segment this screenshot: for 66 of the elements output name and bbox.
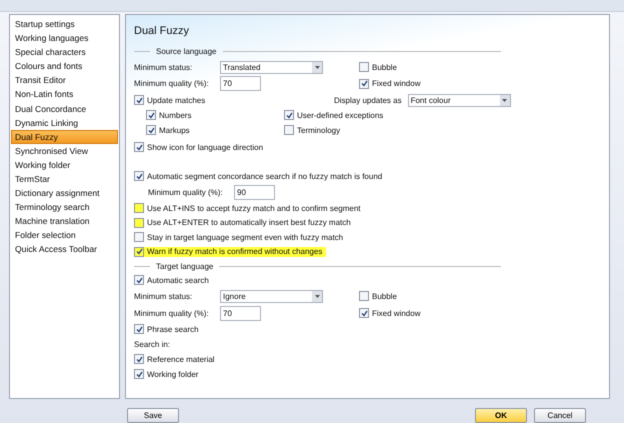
category-item[interactable]: Non-Latin fonts bbox=[11, 87, 118, 102]
check-icon bbox=[360, 80, 368, 88]
status-select[interactable]: Translated bbox=[220, 60, 323, 74]
checkbox-option[interactable]: Markups bbox=[146, 125, 190, 136]
category-item[interactable]: Synchronised View bbox=[11, 144, 118, 158]
check-icon bbox=[136, 248, 142, 256]
category-item[interactable]: Colours and fonts bbox=[11, 59, 118, 74]
checkbox-option[interactable]: Bubble bbox=[359, 291, 397, 302]
quality-input[interactable]: 70 bbox=[220, 76, 261, 92]
category-item[interactable]: Machine translation bbox=[11, 214, 118, 228]
section-legend: Source language bbox=[156, 47, 216, 56]
check-icon bbox=[360, 310, 368, 317]
checkbox-option[interactable]: Numbers bbox=[146, 110, 192, 120]
category-item[interactable]: Special characters bbox=[11, 45, 118, 60]
save-button[interactable]: Save bbox=[127, 408, 179, 423]
quality-input[interactable]: 90 bbox=[234, 184, 275, 200]
display-select[interactable]: Font colour bbox=[408, 94, 511, 107]
checkbox-option[interactable]: Fixed window bbox=[359, 308, 420, 318]
category-item[interactable]: Terminology search bbox=[11, 200, 118, 214]
checkbox-option[interactable]: Fixed window bbox=[359, 78, 420, 89]
category-item[interactable]: Working languages bbox=[11, 31, 118, 46]
dropdown-arrow-icon bbox=[314, 66, 320, 69]
dropdown-arrow-icon bbox=[314, 294, 320, 298]
checkbox-option[interactable]: Stay in target language segment even with fuzzy match bbox=[134, 232, 344, 242]
category-item[interactable]: Dual Concordance bbox=[11, 102, 118, 116]
check-icon bbox=[136, 172, 142, 180]
section-legend: Target language bbox=[156, 262, 214, 272]
category-item[interactable]: Dictionary assignment bbox=[11, 186, 118, 200]
check-icon bbox=[136, 276, 142, 284]
checkbox-option[interactable]: Automatic segment concordance search if no fuzzy match is found bbox=[134, 171, 382, 182]
checkbox-option[interactable]: Bubble bbox=[359, 62, 397, 72]
section-label: Search in: bbox=[134, 340, 172, 349]
category-item[interactable]: TermStar bbox=[11, 172, 118, 186]
checkbox-option[interactable]: Use ALT+ENTER to automatically insert best fuzzy match bbox=[134, 218, 351, 228]
category-item[interactable]: Transit Editor bbox=[11, 73, 118, 88]
checkbox-option[interactable]: Terminology bbox=[284, 125, 340, 136]
category-item[interactable]: Startup settings bbox=[11, 16, 118, 32]
field-label: Minimum status: bbox=[134, 292, 194, 301]
category-item[interactable]: Dynamic Linking bbox=[11, 116, 118, 130]
checkbox-option[interactable]: User-defined exceptions bbox=[284, 110, 384, 120]
status-select[interactable]: Ignore bbox=[220, 290, 323, 303]
category-item[interactable]: Dual Fuzzy bbox=[11, 130, 118, 144]
field-label: Display updates as bbox=[334, 96, 402, 105]
checkbox-option[interactable]: Working folder bbox=[134, 369, 198, 380]
check-icon bbox=[136, 326, 142, 333]
field-label: Minimum quality (%): bbox=[134, 308, 210, 318]
field-label: Minimum quality (%): bbox=[134, 79, 210, 88]
category-item[interactable]: Quick Access Toolbar bbox=[11, 242, 118, 257]
checkbox-option[interactable]: Phrase search bbox=[134, 324, 199, 334]
checkbox-option[interactable]: Show icon for language direction bbox=[134, 142, 264, 152]
checkbox-option[interactable]: Reference material bbox=[134, 354, 215, 364]
category-item[interactable]: Folder selection bbox=[11, 228, 118, 242]
cancel-button[interactable]: Cancel bbox=[534, 408, 586, 423]
dropdown-arrow-icon bbox=[502, 98, 508, 102]
category-item[interactable]: Working folder bbox=[11, 158, 118, 172]
quality-input[interactable]: 70 bbox=[220, 306, 261, 321]
checkbox-option[interactable]: Automatic search bbox=[134, 275, 209, 286]
checkbox-option[interactable]: Warn if fuzzy match is confirmed without changes bbox=[134, 246, 326, 257]
check-icon bbox=[136, 144, 142, 151]
field-label: Minimum status: bbox=[134, 62, 194, 72]
field-label: Minimum quality (%): bbox=[148, 188, 224, 197]
checkbox-option[interactable]: Use ALT+INS to accept fuzzy match and to confirm segment bbox=[134, 203, 361, 214]
panel-title: Dual Fuzzy bbox=[134, 24, 190, 39]
check-icon bbox=[286, 112, 292, 119]
checkbox-option[interactable]: Update matches bbox=[134, 95, 206, 106]
ok-button[interactable]: OK bbox=[475, 408, 527, 423]
